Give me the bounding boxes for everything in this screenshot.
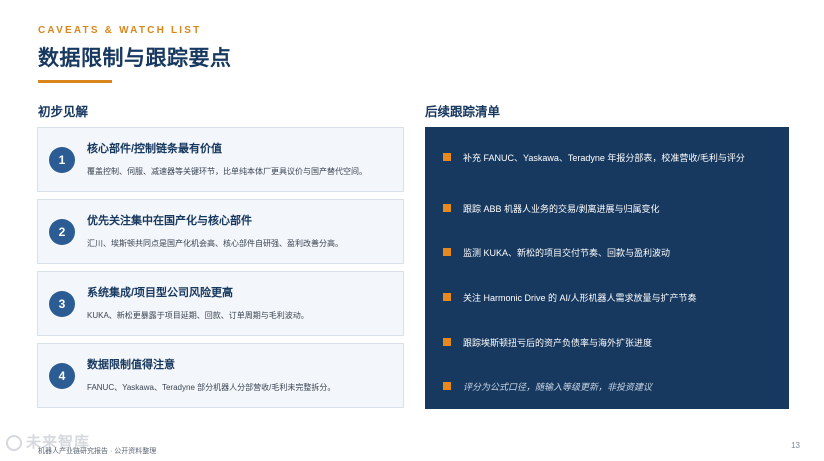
page-title: 数据限制与跟踪要点: [38, 47, 232, 70]
page-number: 13: [791, 441, 800, 450]
card-description: 覆盖控制、伺服、减速器等关键环节，比单纯本体厂更具议价与国产替代空间。: [87, 167, 367, 176]
watermark-logo-icon: [6, 435, 22, 452]
square-bullet-icon: [443, 293, 451, 301]
watch-item-text: 补充 FANUC、Yaskawa、Teradyne 年报分部表，校准营收/毛利与…: [463, 153, 745, 163]
card-description: FANUC、Yaskawa、Teradyne 部分机器人分部营收/毛利未完整拆分…: [87, 383, 336, 392]
section-title-insights: 初步见解: [38, 105, 89, 119]
watch-item-text: 监测 KUKA、新松的项目交付节奏、回款与盈利波动: [463, 248, 671, 258]
card-title: 数据限制值得注意: [87, 359, 175, 371]
insight-card: 1 核心部件/控制链条最有价值 覆盖控制、伺服、减速器等关键环节，比单纯本体厂更…: [37, 127, 404, 192]
square-bullet-icon: [443, 248, 451, 256]
watch-item-text: 关注 Harmonic Drive 的 AI/人形机器人需求放量与扩产节奏: [463, 293, 697, 303]
card-title: 系统集成/项目型公司风险更高: [87, 287, 234, 299]
insight-card: 3 系统集成/项目型公司风险更高 KUKA、新松更暴露于项目延期、回款、订单周期…: [37, 271, 404, 336]
watch-item-text: 跟踪 ABB 机器人业务的交易/剥离进展与归属变化: [463, 204, 660, 214]
square-bullet-icon: [443, 204, 451, 212]
square-bullet-icon: [443, 338, 451, 346]
title-underline: [38, 80, 112, 83]
square-bullet-icon: [443, 382, 451, 390]
insight-card: 4 数据限制值得注意 FANUC、Yaskawa、Teradyne 部分机器人分…: [37, 343, 404, 408]
watch-item-text: 跟踪埃斯顿扭亏后的资产负债率与海外扩张进度: [463, 338, 653, 348]
watch-item-note: 评分为公式口径，随输入等级更新，非投资建议: [463, 382, 653, 392]
square-bullet-icon: [443, 153, 451, 161]
number-badge: 4: [49, 363, 75, 389]
watch-list-panel: 补充 FANUC、Yaskawa、Teradyne 年报分部表，校准营收/毛利与…: [425, 127, 789, 409]
card-title: 核心部件/控制链条最有价值: [87, 143, 223, 155]
number-badge: 3: [49, 291, 75, 317]
card-description: KUKA、新松更暴露于项目延期、回款、订单周期与毛利波动。: [87, 311, 309, 320]
section-title-watchlist: 后续跟踪清单: [425, 105, 501, 119]
card-description: 汇川、埃斯顿共同点是国产化机会高、核心部件自研强、盈利改善分高。: [87, 239, 343, 248]
number-badge: 2: [49, 219, 75, 245]
footer-source: 机器人产业链研究报告 · 公开资料整理: [38, 448, 157, 455]
eyebrow-label: CAVEATS & WATCH LIST: [38, 25, 202, 36]
card-title: 优先关注集中在国产化与核心部件: [87, 215, 252, 227]
insight-card: 2 优先关注集中在国产化与核心部件 汇川、埃斯顿共同点是国产化机会高、核心部件自…: [37, 199, 404, 264]
number-badge: 1: [49, 147, 75, 173]
